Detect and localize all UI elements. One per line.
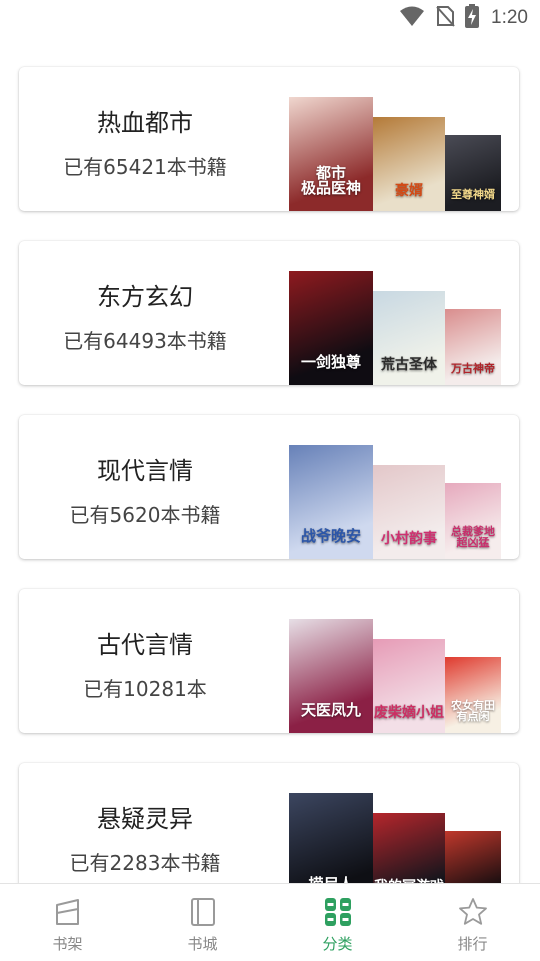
category-card[interactable]: 东方玄幻已有64493本书籍一剑独尊 荒古圣体 万古神帝: [19, 241, 519, 385]
book-cover: 都市 极品医神: [289, 97, 373, 211]
book-cover-title: 豪婿: [395, 183, 423, 200]
category-count: 已有65421本书籍: [63, 155, 227, 179]
nav-category[interactable]: 分类: [270, 884, 405, 961]
book-cover: 荒古圣体: [373, 291, 445, 385]
book-cover: 小村韵事: [373, 465, 445, 559]
book-cover-title: 至尊神婿: [451, 188, 495, 202]
book-cover-title: 小村韵事: [381, 531, 437, 548]
status-bar: 1:20: [0, 0, 540, 38]
category-icon: [323, 897, 353, 927]
category-title: 东方玄幻: [97, 283, 193, 311]
book-cover: 废柴嫡小姐: [373, 639, 445, 733]
category-title: 古代言情: [97, 631, 193, 659]
book-cover: 至尊神婿: [445, 135, 501, 211]
category-card[interactable]: 古代言情已有10281本天医凤九 废柴嫡小姐 农女有田 有点闲: [19, 589, 519, 733]
bottom-nav: 书架 书城 分类 排行: [0, 883, 540, 961]
battery-charging-icon: [465, 4, 480, 32]
book-cover: 天医凤九: [289, 619, 373, 733]
book-cover: 一剑独尊: [289, 271, 373, 385]
category-text: 热血都市已有65421本书籍: [19, 67, 271, 211]
book-cover-title: 万古神帝: [451, 362, 495, 376]
book-cover-title: 荒古圣体: [381, 357, 437, 374]
status-icons: 1:20: [399, 4, 528, 32]
category-count: 已有2283本书籍: [69, 851, 221, 875]
category-title: 现代言情: [97, 457, 193, 485]
category-text: 古代言情已有10281本: [19, 589, 271, 733]
nav-label: 分类: [322, 935, 353, 953]
category-text: 东方玄幻已有64493本书籍: [19, 241, 271, 385]
nav-bookstore[interactable]: 书城: [135, 884, 270, 961]
book-cover-title: 农女有田 有点闲: [451, 698, 495, 724]
category-list: 热血都市 已有65421本书籍 都市 极品医神 豪婿 至尊神婿 东方玄幻 已有64493本书…: [19, 67, 521, 937]
book-cover-title: 总裁爹地 超凶猛: [451, 524, 495, 550]
category-count: 已有64493本书籍: [63, 329, 227, 353]
nav-ranking[interactable]: 排行: [405, 884, 540, 961]
no-sim-icon: [435, 5, 455, 31]
book-cover-title: 都市 极品医神: [300, 163, 361, 198]
category-text: 现代言情已有5620本书籍: [19, 415, 271, 559]
category-title: 悬疑灵异: [97, 805, 193, 833]
category-count: 已有5620本书籍: [69, 503, 221, 527]
nav-label: 书城: [187, 935, 218, 953]
category-card[interactable]: 现代言情已有5620本书籍战爷晚安 小村韵事 总裁爹地 超凶猛: [19, 415, 519, 559]
category-title: 热血都市: [97, 109, 193, 137]
star-icon: [458, 897, 488, 927]
wifi-icon: [399, 5, 425, 31]
nav-label: 书架: [52, 935, 83, 953]
book-cover-title: 战爷晚安: [300, 527, 361, 546]
nav-bookshelf[interactable]: 书架: [0, 884, 135, 961]
book-cover-title: 天医凤九: [300, 701, 361, 720]
book-cover: 农女有田 有点闲: [445, 657, 501, 733]
nav-label: 排行: [457, 935, 488, 953]
status-time: 1:20: [491, 7, 528, 28]
book-cover: 万古神帝: [445, 309, 501, 385]
book-cover-title: 废柴嫡小姐: [374, 705, 444, 722]
book-cover-title: 一剑独尊: [300, 353, 361, 372]
bookshelf-icon: [53, 897, 83, 927]
category-card[interactable]: 热血都市 已有65421本书籍 都市 极品医神 豪婿 至尊神婿: [19, 67, 519, 211]
book-cover: 总裁爹地 超凶猛: [445, 483, 501, 559]
book-cover: 豪婿: [373, 117, 445, 211]
bookstore-icon: [188, 897, 218, 927]
book-cover: 战爷晚安: [289, 445, 373, 559]
category-count: 已有10281本: [83, 677, 207, 701]
